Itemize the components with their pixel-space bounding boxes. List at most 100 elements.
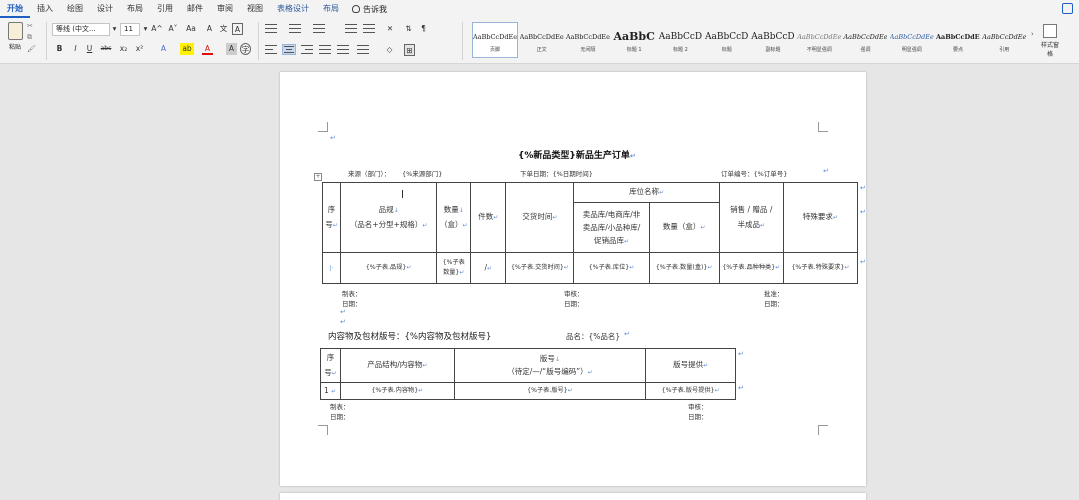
underline-button[interactable]: U [84, 43, 95, 55]
increase-indent-icon[interactable] [362, 23, 376, 34]
sort-icon[interactable]: ⇅ [403, 23, 414, 35]
tell-me-search[interactable]: 告诉我 [346, 4, 387, 15]
cell-seq[interactable]: |· [321, 252, 342, 284]
highlight-button[interactable]: ab [180, 43, 194, 55]
table-row[interactable]: |· {%子表.品规}↵ {%子表 数量}↵ /↵ {%子表.交货时间}↵ {%子… [321, 252, 859, 284]
tab-table-design[interactable]: 表格设计 [270, 0, 316, 18]
header-provider: 版号提供↵ [645, 348, 736, 383]
row-end-mark: ↵ [860, 208, 866, 216]
tab-layout[interactable]: 布局 [120, 0, 150, 18]
tab-references[interactable]: 引用 [150, 0, 180, 18]
order-number: 订单编号：{%订单号} [721, 170, 788, 178]
tab-design[interactable]: 设计 [90, 0, 120, 18]
styles-pane-button[interactable]: 样式窗格 [1040, 24, 1060, 58]
numbering-icon[interactable] [288, 23, 302, 34]
cell-delivery[interactable]: {%子表.交货时间}↵ [505, 252, 575, 284]
row-end-mark: ↵ [860, 258, 866, 266]
borders-icon[interactable]: ⊞ [404, 44, 415, 56]
document-page[interactable]: ↵ {%新品类型}新品生产订单↵ 来源（部门）： {%来源部门} 下单日期：{%… [280, 72, 866, 486]
format-painter-icon[interactable]: 🖌 [27, 45, 36, 53]
tab-mailings[interactable]: 邮件 [180, 0, 210, 18]
tab-table-layout[interactable]: 布局 [316, 0, 346, 18]
table-move-handle[interactable]: + [314, 173, 322, 181]
grow-font-button[interactable]: A^ [150, 23, 164, 35]
enclose-char-button[interactable]: 字 [240, 43, 251, 55]
char-border-button[interactable]: A [232, 23, 243, 35]
style-sample: AaBbCcDdEe [473, 32, 517, 41]
justify-icon[interactable] [318, 44, 332, 55]
cell-pieces[interactable]: /↵ [470, 252, 507, 284]
style-no-spacing[interactable]: AaBbCcDdEe 无间隔 [565, 22, 610, 58]
multilevel-list-icon[interactable] [312, 23, 326, 34]
show-marks-icon[interactable]: ¶ [418, 23, 429, 35]
cell-product[interactable]: {%子表.品规}↵ [340, 252, 438, 284]
italic-button[interactable]: I [70, 43, 81, 55]
style-subtitle[interactable]: AaBbCcD 副标题 [750, 22, 795, 58]
chevron-right-icon[interactable]: › [1031, 30, 1034, 38]
text-effects-button[interactable]: A [158, 43, 169, 55]
next-page[interactable] [280, 493, 866, 500]
cell-location[interactable]: {%子表.库位}↵ [573, 252, 650, 284]
cell-version[interactable]: {%子表.版号}↵ [453, 381, 647, 401]
style-title[interactable]: AaBbCcD 标题 [704, 22, 749, 58]
strikethrough-button[interactable]: abc [98, 43, 114, 55]
font-name-select[interactable]: 等线 (中文... [52, 23, 110, 36]
cell-qty[interactable]: {%子表 数量}↵ [436, 252, 472, 284]
change-case-button[interactable]: Aa [184, 23, 198, 35]
review-date-label: 日期： [688, 413, 708, 421]
font-size-select[interactable]: 11 [120, 23, 140, 36]
header-text: 品规 [378, 205, 394, 215]
order-date: 下单日期：{%日期时间} [520, 170, 593, 178]
style-name: 标题 1 [626, 46, 642, 53]
phonetic-button[interactable]: 文 [218, 23, 229, 35]
style-heading-1[interactable]: AaBbC 标题 1 [612, 22, 657, 58]
align-center-icon[interactable] [282, 44, 296, 55]
cell-location-qty[interactable]: {%子表.数量(盒)}↵ [648, 252, 720, 284]
cut-icon[interactable]: ✂ [27, 22, 36, 30]
style-intense-emphasis[interactable]: AaBbCcDdEe 明显强调 [889, 22, 934, 58]
cell-seq[interactable]: 1 ↵ [320, 381, 341, 401]
tab-draw[interactable]: 绘图 [60, 0, 90, 18]
tab-review[interactable]: 审阅 [210, 0, 240, 18]
decrease-indent-icon[interactable] [344, 23, 358, 34]
tab-insert[interactable]: 插入 [30, 0, 60, 18]
chinese-layout-icon[interactable]: ✕ [383, 23, 397, 35]
style-quote[interactable]: AaBbCcDdEe 引用 [982, 22, 1027, 58]
clear-format-button[interactable]: A [204, 23, 215, 35]
paste-button[interactable]: 粘贴 [4, 22, 26, 60]
table-row[interactable]: 1 ↵ {%子表.内容物}↵ {%子表.版号}↵ {%子表.版号提供}↵ [320, 381, 736, 401]
subscript-button[interactable]: x₂ [118, 43, 129, 55]
superscript-button[interactable]: x² [134, 43, 145, 55]
cell-sales[interactable]: {%子表.品种种类}↵ [718, 252, 784, 284]
chevron-down-icon[interactable]: ▾ [109, 23, 120, 35]
shading-icon[interactable]: ◇ [384, 44, 395, 56]
header-text: 库位名称 [629, 187, 660, 197]
tab-home[interactable]: 开始 [0, 0, 30, 18]
style-emphasis[interactable]: AaBbCcDdEe 强调 [843, 22, 888, 58]
style-strong[interactable]: AaBbCcDdEe 要点 [935, 22, 980, 58]
style-name: 无间隔 [580, 46, 596, 53]
group-divider [462, 22, 463, 60]
header-text: 特殊要求 [802, 212, 833, 222]
align-right-icon[interactable] [300, 44, 314, 55]
cell-special[interactable]: {%子表.特殊要求}↵ [782, 252, 859, 284]
style-heading-2[interactable]: AaBbCcD 标题 2 [658, 22, 703, 58]
char-shading-button[interactable]: A [226, 43, 237, 55]
shrink-font-button[interactable]: A˅ [166, 23, 180, 35]
style-sample: AaBbCcDdEe [936, 32, 981, 41]
distributed-icon[interactable] [336, 44, 350, 55]
cell-structure[interactable]: {%子表.内容物}↵ [339, 381, 455, 401]
style-normal[interactable]: AaBbCcDdEe 正文 [519, 22, 564, 58]
line-spacing-icon[interactable] [356, 44, 370, 55]
cell-provider[interactable]: {%子表.版号提供}↵ [645, 381, 736, 401]
style-footer[interactable]: AaBbCcDdEe 页脚 [472, 22, 518, 58]
align-left-icon[interactable] [264, 44, 278, 55]
copy-icon[interactable]: ⧉ [27, 33, 36, 42]
share-icon[interactable] [1062, 3, 1073, 14]
bullets-icon[interactable] [264, 23, 278, 34]
row-end-mark: ↵ [860, 184, 866, 192]
bold-button[interactable]: B [54, 43, 65, 55]
font-color-button[interactable]: A [202, 43, 213, 55]
tab-view[interactable]: 视图 [240, 0, 270, 18]
style-subtle-emphasis[interactable]: AaBbCcDdEe 不明显强调 [797, 22, 842, 58]
